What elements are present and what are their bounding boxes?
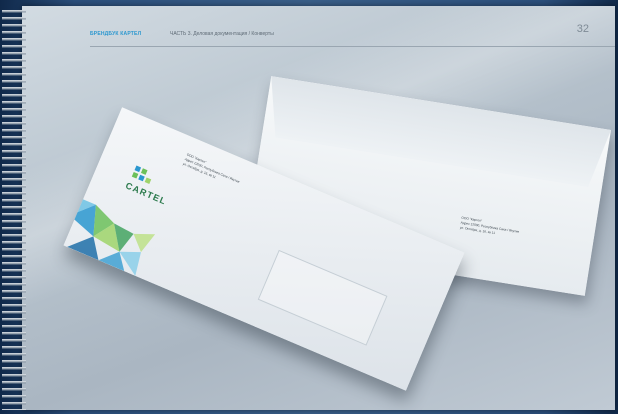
section-breadcrumb: ЧАСТЬ 3. Деловая документация / Конверты [170, 31, 274, 37]
envelope-front-address: ООО "Картел" Адрес 12000, Республика Сах… [182, 152, 242, 189]
header-divider [90, 46, 615, 47]
brand-label: БРЕНДБУК КАРТЕЛ [90, 31, 142, 37]
page-number: 32 [576, 23, 589, 35]
envelope-window [257, 249, 388, 346]
brandbook-page: БРЕНДБУК КАРТЕЛ ЧАСТЬ 3. Деловая докумен… [22, 6, 615, 410]
page-header: БРЕНДБУК КАРТЕЛ ЧАСТЬ 3. Деловая докумен… [66, 6, 605, 40]
spiral-binding [2, 6, 26, 410]
